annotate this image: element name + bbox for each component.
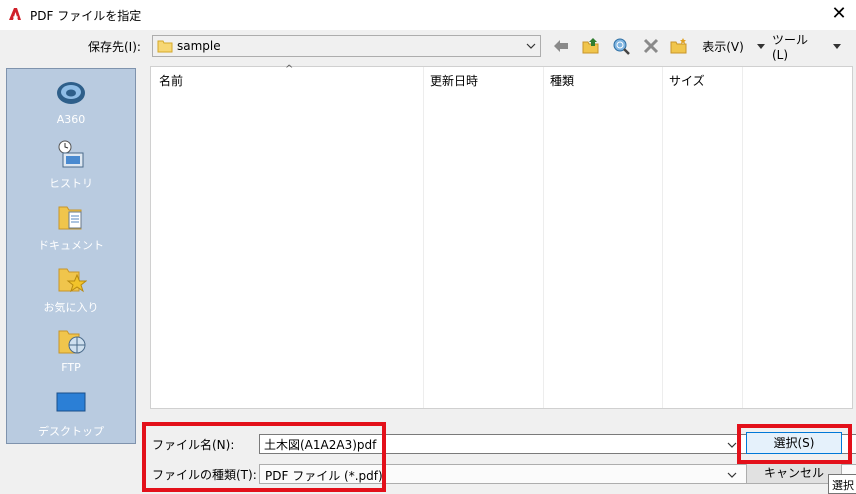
place-label: ドキュメント [38, 239, 104, 252]
caret-down-icon [833, 44, 841, 49]
new-folder-icon [670, 38, 687, 54]
chevron-down-icon[interactable] [526, 39, 536, 53]
tools-menu[interactable]: ツール(L) [772, 33, 822, 62]
dialog-client-area: 保存先(I): sample 表示(V) ツール(L) A360 ヒストリ ドキ… [0, 30, 856, 494]
column-divider [423, 67, 424, 408]
place-favorites[interactable]: お気に入り [7, 263, 135, 321]
place-label: デスクトップ [38, 425, 104, 438]
history-icon [58, 140, 84, 168]
column-header-size[interactable]: サイズ [669, 67, 705, 89]
chevron-down-icon[interactable] [727, 469, 737, 481]
sort-indicator: ^ [285, 64, 294, 75]
place-ftp[interactable]: FTP [7, 325, 135, 383]
title-bar: PDF ファイルを指定 ✕ [0, 0, 856, 30]
place-label: FTP [61, 361, 81, 374]
new-folder-button[interactable] [668, 35, 690, 57]
folder-icon [157, 40, 173, 53]
search-globe-icon [613, 38, 630, 55]
place-a360[interactable]: A360 [7, 77, 135, 135]
up-folder-button[interactable] [580, 35, 602, 57]
delete-x-icon [643, 38, 659, 54]
column-header-type[interactable]: 種類 [550, 67, 574, 89]
up-one-level-icon [582, 38, 599, 54]
place-label: お気に入り [43, 301, 99, 314]
file-type-label: ファイルの種類(T): [152, 468, 257, 482]
favorites-icon [58, 268, 87, 293]
column-divider [543, 67, 544, 408]
views-dropdown-arrow[interactable] [754, 35, 768, 57]
file-type-value: PDF ファイル (*.pdf) [265, 469, 383, 483]
column-header-name[interactable]: 名前 [159, 67, 183, 89]
column-header-date[interactable]: 更新日時 [430, 67, 478, 89]
delete-button[interactable] [640, 35, 662, 57]
place-label: A360 [56, 113, 86, 126]
views-label: 表示(V) [702, 39, 744, 54]
autocad-app-icon [9, 8, 21, 20]
tools-dropdown-arrow[interactable] [830, 35, 844, 57]
place-documents[interactable]: ドキュメント [7, 201, 135, 259]
back-arrow-icon [554, 40, 568, 52]
tools-label: ツール(L) [772, 32, 809, 62]
column-divider [742, 67, 743, 408]
file-name-label: ファイル名(N): [152, 438, 235, 452]
ftp-icon [58, 330, 86, 354]
place-label: ヒストリ [49, 177, 93, 190]
close-button[interactable]: ✕ [826, 2, 852, 26]
a360-cloud-icon [57, 82, 85, 104]
chevron-down-icon[interactable] [727, 439, 737, 451]
tooltip: 選択 [828, 474, 856, 494]
save-in-label: 保存先(I): [88, 40, 141, 54]
column-divider [662, 67, 663, 408]
file-name-area: ファイル名(N): ファイルの種類(T): PDF ファイル (*.pdf) 選… [138, 418, 856, 494]
place-history[interactable]: ヒストリ [7, 139, 135, 197]
back-button[interactable] [550, 35, 572, 57]
place-desktop[interactable]: デスクトップ [7, 387, 135, 445]
save-in-combo[interactable]: sample [152, 35, 541, 57]
documents-icon [58, 206, 82, 230]
file-list[interactable]: ^ 名前 更新日時 種類 サイズ [150, 64, 853, 409]
search-web-button[interactable] [610, 35, 632, 57]
select-button[interactable]: 選択(S) [746, 432, 842, 454]
caret-down-icon [757, 44, 765, 49]
save-in-value: sample [177, 39, 221, 53]
views-menu[interactable]: 表示(V) [700, 35, 746, 57]
places-bar: A360 ヒストリ ドキュメント お気に入り FTP デスクトップ [6, 68, 136, 444]
desktop-icon [56, 392, 86, 412]
window-title: PDF ファイルを指定 [30, 9, 142, 23]
